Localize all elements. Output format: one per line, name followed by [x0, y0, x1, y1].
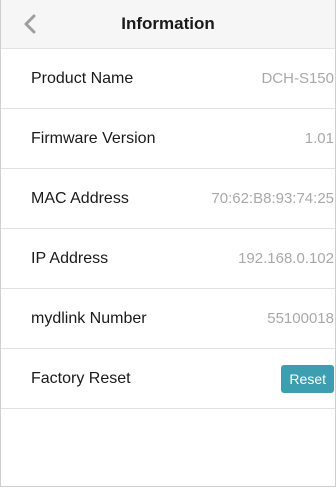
- info-row-mac-address: MAC Address 70:62:B8:93:74:25: [1, 169, 335, 229]
- row-value: 70:62:B8:93:74:25: [211, 190, 334, 207]
- info-row-ip-address: IP Address 192.168.0.102: [1, 229, 335, 289]
- row-value: 192.168.0.102: [238, 250, 334, 267]
- info-list: Product Name DCH-S150 Firmware Version 1…: [1, 49, 335, 409]
- factory-reset-label: Factory Reset: [31, 370, 131, 387]
- row-value: DCH-S150: [261, 70, 334, 87]
- row-label: Product Name: [31, 70, 134, 87]
- reset-button[interactable]: Reset: [281, 365, 334, 393]
- information-screen: Information Product Name DCH-S150 Firmwa…: [0, 0, 336, 487]
- row-label: Firmware Version: [31, 130, 156, 147]
- row-value: 1.01: [304, 130, 334, 147]
- row-label: MAC Address: [31, 190, 129, 207]
- row-value: 55100018: [267, 310, 334, 327]
- info-row-product-name: Product Name DCH-S150: [1, 49, 335, 109]
- page-title: Information: [121, 14, 215, 33]
- info-row-firmware-version: Firmware Version 1.01: [1, 109, 335, 169]
- row-label: IP Address: [31, 250, 109, 267]
- factory-reset-row: Factory Reset Reset: [1, 349, 335, 409]
- row-label: mydlink Number: [31, 310, 147, 327]
- header-bar: Information: [1, 0, 335, 49]
- info-row-mydlink-number: mydlink Number 55100018: [1, 289, 335, 349]
